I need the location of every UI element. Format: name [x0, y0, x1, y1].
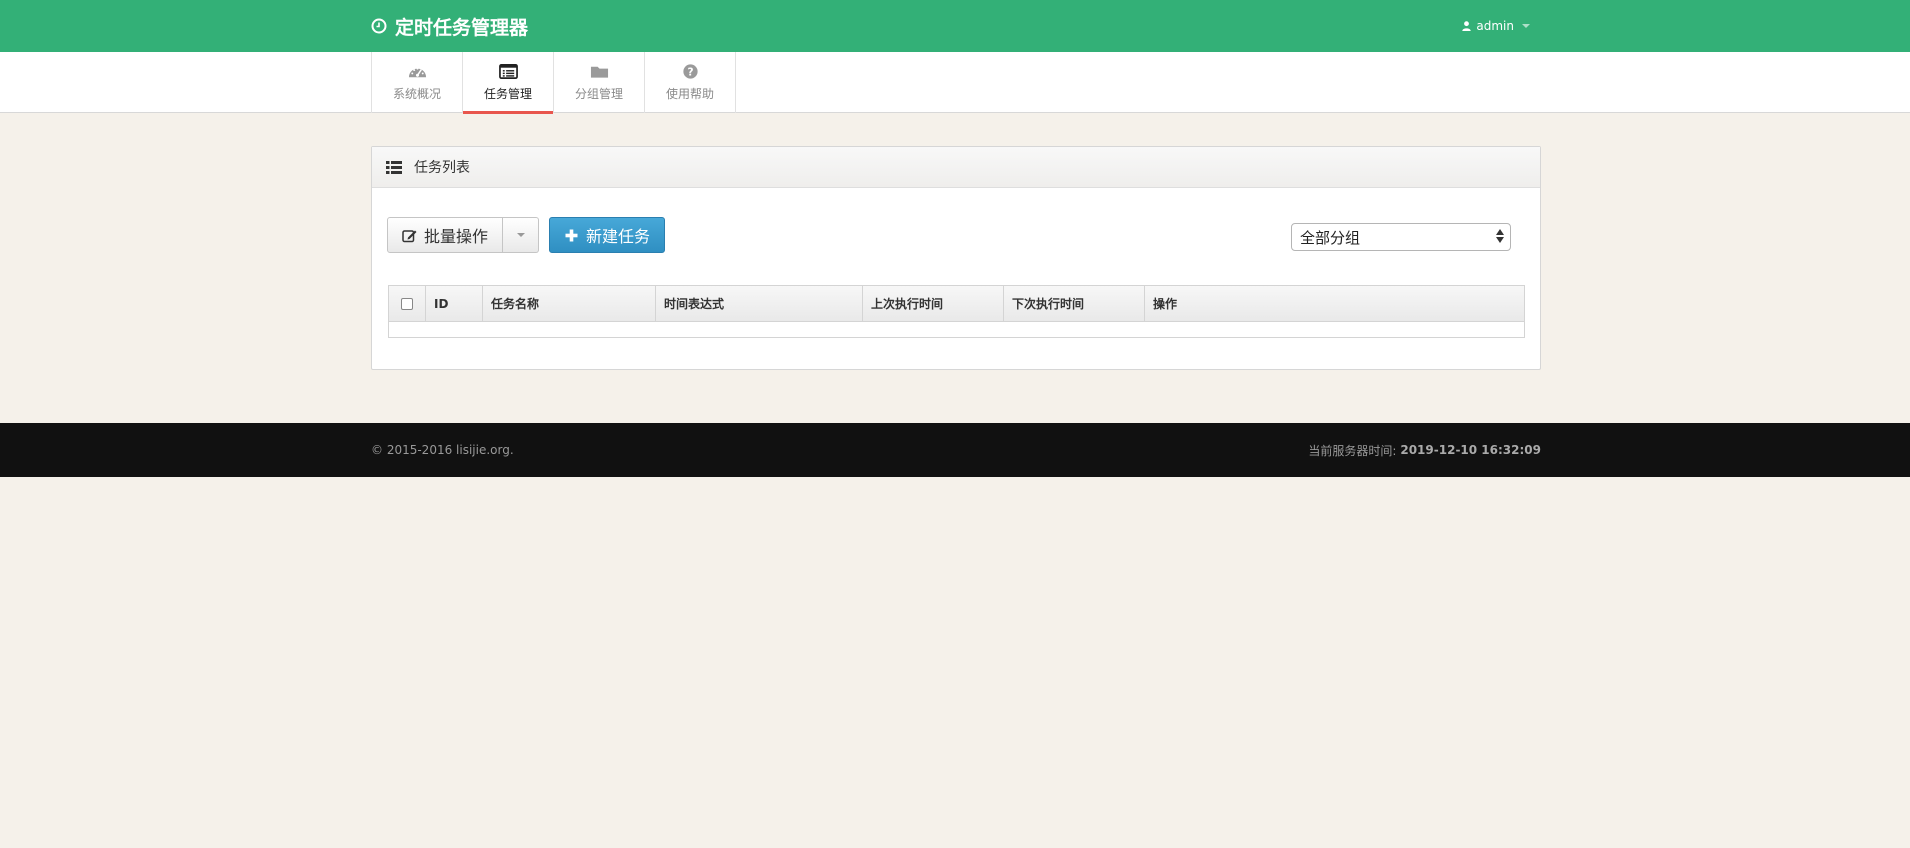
dashboard-icon [408, 67, 426, 78]
chevron-down-icon [516, 233, 525, 237]
panel-header: 任务列表 [372, 147, 1540, 188]
nav-tabs: 系统概况 任务管理 分组管理 ? 使用帮助 [371, 52, 736, 114]
batch-actions-button[interactable]: 批量操作 [387, 217, 504, 253]
page-footer: © 2015-2016 lisijie.org. 当前服务器时间: 2019-1… [0, 423, 1910, 477]
user-menu[interactable]: admin [1462, 0, 1530, 52]
batch-actions-group: 批量操作 [387, 217, 540, 253]
group-filter-select[interactable]: 全部分组 [1291, 223, 1511, 251]
batch-actions-dropdown-toggle[interactable] [503, 217, 540, 253]
task-toolbar: 批量操作 新建任务 [387, 217, 666, 253]
new-task-button[interactable]: 新建任务 [549, 217, 666, 253]
new-task-label: 新建任务 [586, 227, 651, 246]
server-time-label: 当前服务器时间: [1308, 443, 1397, 458]
column-header-id[interactable]: ID [426, 286, 483, 321]
user-name: admin [1476, 19, 1514, 33]
tab-tasks[interactable]: 任务管理 [463, 52, 554, 114]
panel-title: 任务列表 [414, 160, 470, 176]
select-arrows-icon [1496, 229, 1504, 243]
tab-label: 系统概况 [392, 87, 441, 101]
clock-icon [371, 18, 387, 34]
column-header-last-run[interactable]: 上次执行时间 [863, 286, 1004, 321]
column-header-cron-expression[interactable]: 时间表达式 [656, 286, 863, 321]
section-nav: 系统概况 任务管理 分组管理 ? 使用帮助 [0, 52, 1910, 114]
tab-groups[interactable]: 分组管理 [554, 52, 645, 113]
column-header-next-run[interactable]: 下次执行时间 [1004, 286, 1145, 321]
column-header-actions: 操作 [1153, 297, 1178, 311]
group-filter-value: 全部分组 [1300, 228, 1361, 247]
app-title: 定时任务管理器 [395, 16, 529, 39]
task-table: ID 任务名称 时间表达式 上次执行时间 下次执行时间 操作 [388, 285, 1525, 338]
tab-overview[interactable]: 系统概况 [372, 52, 463, 113]
chevron-down-icon [1522, 24, 1530, 28]
select-all-cell [389, 286, 426, 321]
table-header: ID 任务名称 时间表达式 上次执行时间 下次执行时间 操作 [389, 286, 1524, 322]
column-header-task-name[interactable]: 任务名称 [483, 286, 656, 321]
batch-actions-label: 批量操作 [424, 227, 489, 246]
tab-label: 任务管理 [483, 87, 532, 101]
task-list-panel: 任务列表 批量操作 新建任务 全部分组 ID 任务名称 时间表达式 上次执行时间… [371, 146, 1541, 370]
tab-help[interactable]: ? 使用帮助 [645, 52, 736, 113]
server-time-value: 2019-12-10 16:32:09 [1400, 443, 1541, 457]
plus-icon [565, 229, 578, 241]
top-navbar: 定时任务管理器 admin [0, 0, 1910, 52]
copyright-text: © 2015-2016 lisijie.org. [371, 443, 514, 457]
table-body [389, 322, 1524, 337]
list-alt-icon [498, 63, 518, 80]
question-circle-icon: ? [682, 64, 698, 79]
select-all-checkbox[interactable] [401, 297, 413, 310]
tab-label: 分组管理 [574, 87, 623, 101]
svg-text:?: ? [687, 66, 693, 78]
edit-icon [402, 229, 417, 242]
server-time: 当前服务器时间: 2019-12-10 16:32:09 [1308, 423, 1541, 477]
app-brand[interactable]: 定时任务管理器 [371, 0, 528, 52]
folder-icon [590, 66, 608, 78]
user-icon [1462, 21, 1472, 31]
tab-label: 使用帮助 [665, 87, 714, 101]
list-icon [386, 160, 402, 174]
